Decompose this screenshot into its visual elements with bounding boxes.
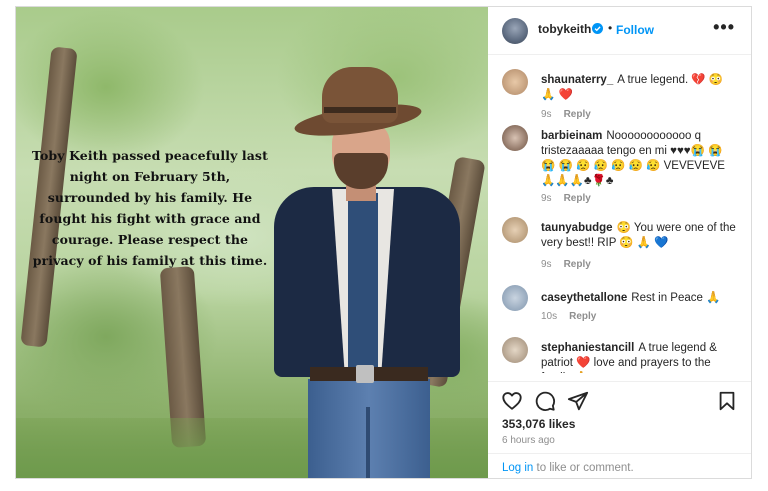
login-link[interactable]: Log in [502, 462, 533, 474]
verified-badge-icon [592, 23, 603, 34]
comment-time: 9s [541, 193, 552, 204]
post-photo[interactable]: Toby Keith passed peacefully last night … [16, 7, 488, 478]
comment-time: 10s [541, 311, 558, 322]
comment-icon[interactable] [534, 390, 556, 412]
heart-icon[interactable] [501, 390, 523, 412]
bookmark-icon[interactable] [716, 390, 738, 412]
posted-time: 6 hours ago [502, 435, 555, 446]
commenter-avatar[interactable] [502, 125, 528, 151]
author-avatar[interactable] [502, 18, 528, 44]
reply-button[interactable]: Reply [564, 109, 591, 120]
comment-username[interactable]: stephaniestancill [541, 342, 634, 354]
author-username[interactable]: tobykeith [538, 22, 591, 36]
comment-username[interactable]: caseythetallone [541, 292, 627, 304]
post-header: tobykeith • Follow ••• [488, 7, 751, 55]
likes-count[interactable]: 353,076 likes [502, 417, 575, 431]
comment-username[interactable]: shaunaterry_ [541, 74, 613, 86]
comments-list[interactable]: shaunaterry_ A true legend. 💔 😳 🙏 ❤️ 9s Re… [488, 55, 751, 373]
commenter-avatar[interactable] [502, 217, 528, 243]
follow-button[interactable]: Follow [616, 23, 654, 37]
instagram-post: Toby Keith passed peacefully last night … [15, 6, 752, 479]
commenter-avatar[interactable] [502, 69, 528, 95]
comment-time: 9s [541, 259, 552, 270]
reply-button[interactable]: Reply [564, 193, 591, 204]
comment-username[interactable]: taunyabudge [541, 222, 613, 234]
login-prompt: Log in to like or comment. [488, 453, 751, 479]
login-prompt-text: to like or comment. [533, 462, 634, 474]
post-sidebar: tobykeith • Follow ••• shaunaterry_ A tru… [488, 7, 751, 478]
more-options-icon[interactable]: ••• [713, 17, 735, 38]
commenter-avatar[interactable] [502, 337, 528, 363]
man-figure [252, 67, 484, 478]
action-bar [488, 381, 751, 412]
reply-button[interactable]: Reply [564, 259, 591, 270]
comment-username[interactable]: barbieinam [541, 130, 602, 142]
separator-dot: • [608, 21, 613, 35]
image-caption-text: Toby Keith passed peacefully last night … [32, 148, 268, 268]
comment-text: Rest in Peace 🙏 [631, 292, 721, 304]
share-icon[interactable] [567, 390, 589, 412]
reply-button[interactable]: Reply [569, 311, 596, 322]
comment-time: 9s [541, 109, 552, 120]
commenter-avatar[interactable] [502, 285, 528, 311]
